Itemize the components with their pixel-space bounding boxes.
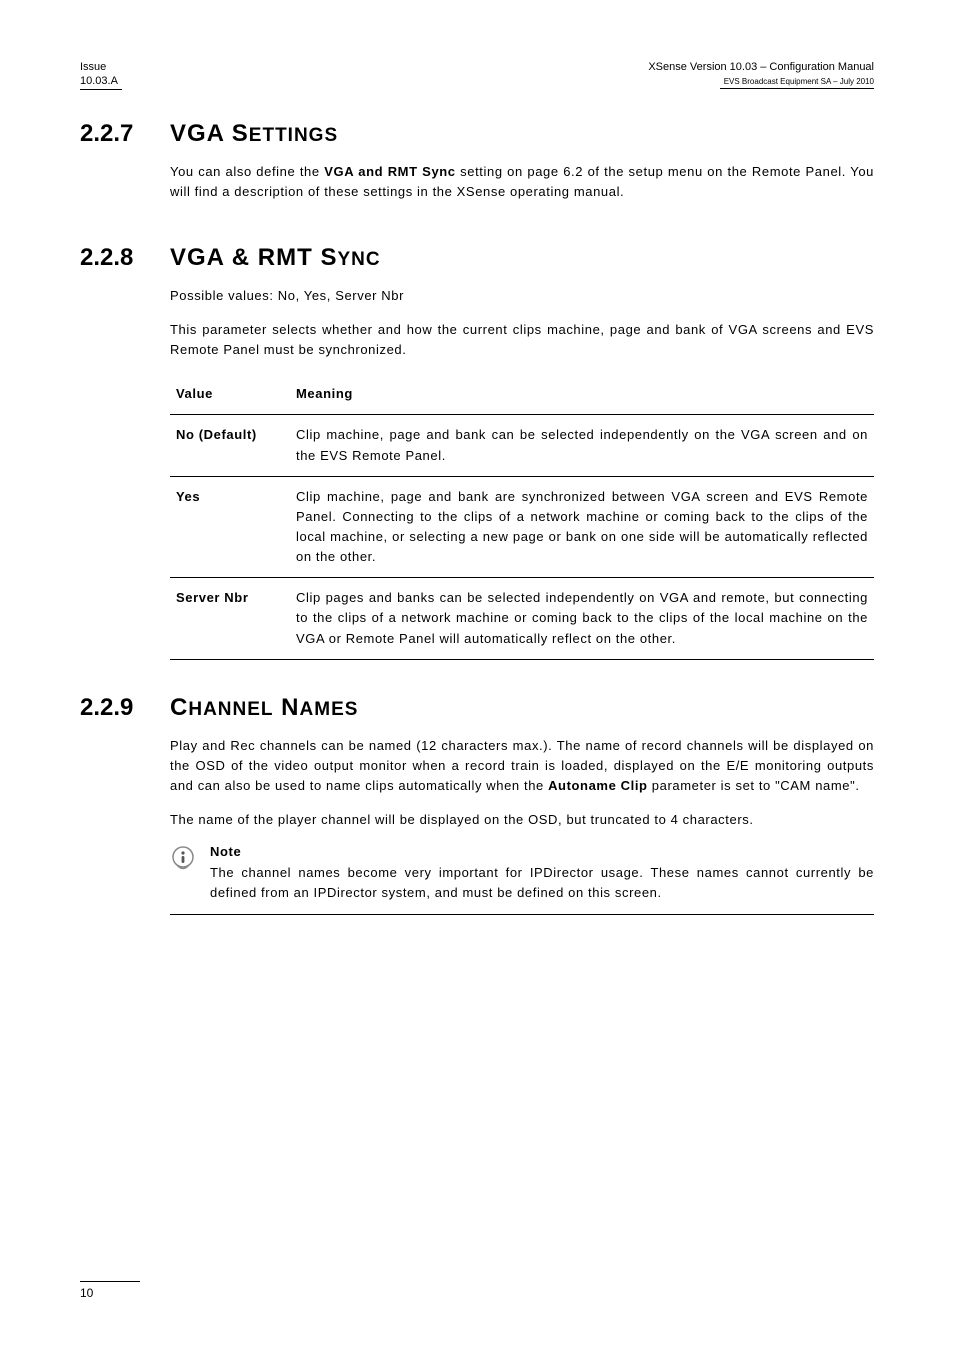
section-paragraph: Possible values: No, Yes, Server Nbr [170,286,874,306]
header-issue-label: Issue [80,60,122,74]
section-title-main: N [274,694,300,721]
table-cell-meaning: Clip machine, page and bank can be selec… [290,415,874,476]
section-2-2-8: 2.2.8 VGA & RMT SYNC Possible values: No… [80,244,874,660]
table-header-value: Value [170,374,290,415]
section-title-main: C [170,694,188,721]
section-title-smallcaps: AMES [300,699,359,720]
header-left: Issue 10.03.A [80,60,122,90]
section-number: 2.2.8 [80,244,170,660]
section-title-smallcaps: HANNEL [188,699,273,720]
section-2-2-7: 2.2.7 VGA SETTINGS You can also define t… [80,120,874,216]
table-row: Server Nbr Clip pages and banks can be s… [170,578,874,659]
section-title: CHANNEL NAMES [170,694,874,722]
text-run: parameter is set to "CAM name". [648,778,860,793]
page-header: Issue 10.03.A XSense Version 10.03 – Con… [80,60,874,90]
text-bold: VGA and RMT Sync [324,164,455,179]
section-number: 2.2.9 [80,694,170,915]
table-cell-meaning: Clip pages and banks can be selected ind… [290,578,874,659]
note-icon [170,844,198,903]
text-run: You can also define the [170,164,324,179]
section-paragraph: This parameter selects whether and how t… [170,320,874,360]
section-number: 2.2.7 [80,120,170,216]
table-row: No (Default) Clip machine, page and bank… [170,415,874,476]
note-block: Note The channel names become very impor… [170,844,874,914]
table-cell-value: No (Default) [170,415,290,476]
table-row: Yes Clip machine, page and bank are sync… [170,476,874,578]
section-title-smallcaps: YNC [337,249,380,270]
section-title-smallcaps: ETTINGS [249,125,338,146]
value-meaning-table: Value Meaning No (Default) Clip machine,… [170,374,874,659]
page-footer: 10 [80,1281,140,1300]
table-cell-value: Yes [170,476,290,578]
section-title: VGA SETTINGS [170,120,874,148]
table-cell-meaning: Clip machine, page and bank are synchron… [290,476,874,578]
page-number: 10 [80,1286,93,1300]
section-2-2-9: 2.2.9 CHANNEL NAMES Play and Rec channel… [80,694,874,915]
header-right: XSense Version 10.03 – Configuration Man… [648,60,874,89]
section-title-main: VGA S [170,120,249,147]
header-issue-number: 10.03.A [80,74,122,89]
section-paragraph: Play and Rec channels can be named (12 c… [170,736,874,796]
section-title-main: VGA & RMT S [170,244,337,271]
header-doc-title: XSense Version 10.03 – Configuration Man… [648,60,874,74]
table-header-meaning: Meaning [290,374,874,415]
text-bold: Autoname Clip [548,778,648,793]
section-paragraph: The name of the player channel will be d… [170,810,874,830]
note-body-text: The channel names become very important … [210,863,874,903]
table-cell-value: Server Nbr [170,578,290,659]
section-title: VGA & RMT SYNC [170,244,874,272]
section-paragraph: You can also define the VGA and RMT Sync… [170,162,874,202]
header-doc-sub: EVS Broadcast Equipment SA – July 2010 [720,77,874,88]
note-title: Note [210,844,874,859]
footer-rule [80,1281,140,1282]
